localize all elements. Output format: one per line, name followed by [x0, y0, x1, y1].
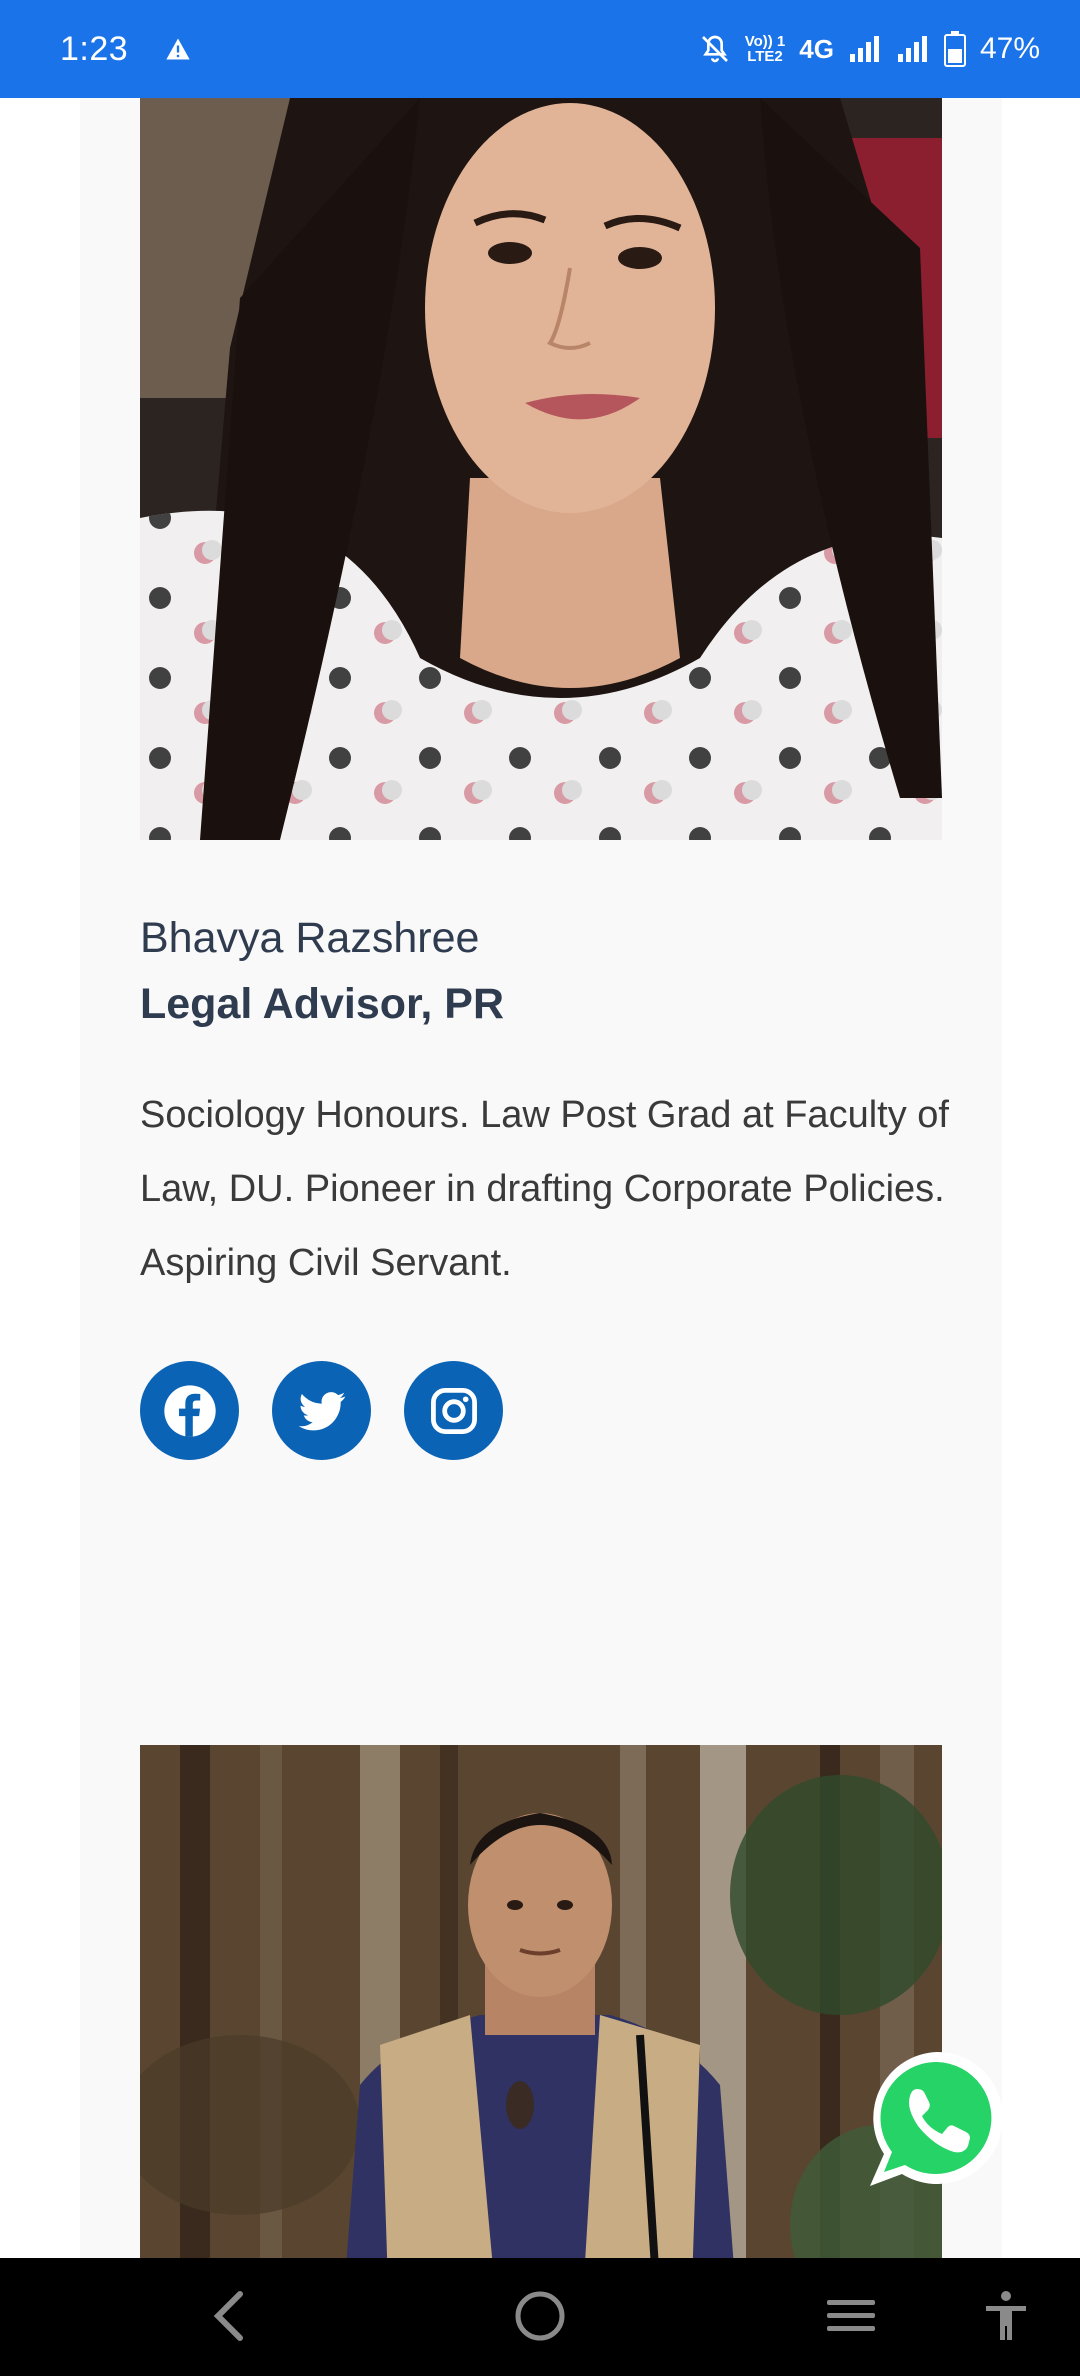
volte-indicator: Vo)) 1 LTE2 — [745, 34, 786, 64]
mute-notifications-icon — [701, 35, 728, 63]
instagram-icon — [430, 1387, 477, 1434]
back-icon — [213, 2291, 243, 2341]
home-button[interactable] — [512, 2288, 568, 2349]
status-time: 1:23 — [60, 29, 129, 68]
member-photo — [140, 1745, 942, 2258]
member-role: Legal Advisor, PR — [140, 980, 505, 1028]
battery-level: 47% — [979, 32, 1040, 65]
status-icons: Vo)) 1 LTE2 4G 47% — [699, 31, 1040, 67]
signal-icon — [849, 36, 879, 62]
recent-apps-button[interactable] — [823, 2288, 879, 2349]
home-icon — [515, 2291, 565, 2341]
accessibility-icon — [986, 2291, 1026, 2340]
twitter-button[interactable] — [272, 1361, 371, 1460]
status-bar: 1:23 Vo)) 1 LTE2 4G 47% — [0, 0, 1080, 98]
battery-icon — [943, 31, 966, 67]
network-type: 4G — [799, 33, 834, 64]
signal-icon-2 — [897, 36, 927, 62]
facebook-icon — [163, 1384, 216, 1437]
twitter-icon — [298, 1391, 345, 1430]
instagram-button[interactable] — [404, 1361, 503, 1460]
navigation-bar — [0, 2258, 1080, 2376]
alert-icon — [166, 38, 190, 60]
facebook-button[interactable] — [140, 1361, 239, 1460]
member-bio: Sociology Honours. Law Post Grad at Facu… — [140, 1094, 949, 1284]
member-photo — [140, 98, 942, 840]
volte-bottom-label: LTE2 — [747, 48, 783, 65]
team-member-card: Bhavya Razshree Legal Advisor, PR Sociol… — [80, 98, 1002, 1703]
social-links — [140, 1361, 503, 1460]
back-button[interactable] — [206, 2288, 256, 2349]
menu-icon — [827, 2300, 875, 2331]
member-name: Bhavya Razshree — [140, 914, 480, 962]
volte-top-label: Vo)) 1 — [744, 33, 786, 50]
accessibility-button[interactable] — [978, 2288, 1034, 2349]
page-content[interactable]: Bhavya Razshree Legal Advisor, PR Sociol… — [0, 98, 1080, 2258]
whatsapp-icon — [870, 2052, 1003, 2186]
whatsapp-chat-button[interactable] — [862, 2044, 1012, 2194]
